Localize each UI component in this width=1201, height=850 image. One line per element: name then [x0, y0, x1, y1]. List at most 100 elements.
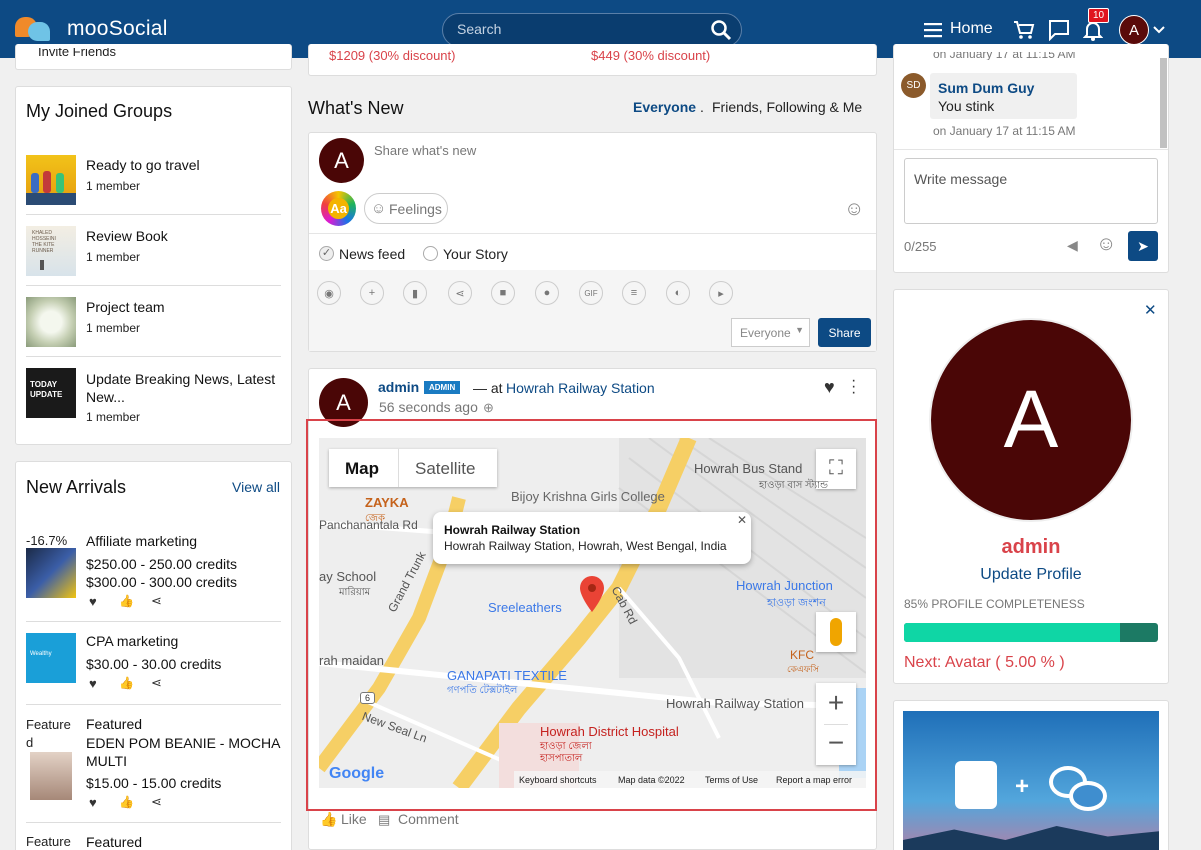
chat-sender[interactable]: Sum Dum Guy [938, 80, 1034, 96]
heart-icon[interactable]: ♥ [89, 594, 97, 609]
share-button[interactable]: Share [818, 318, 871, 347]
camera-icon[interactable]: ◉ [317, 281, 341, 305]
map-tab[interactable]: Map [345, 459, 379, 479]
info-address: Howrah Railway Station, Howrah, West Ben… [444, 539, 727, 553]
your-story-radio[interactable] [423, 246, 438, 261]
keyboard-shortcuts-link[interactable]: Keyboard shortcuts [519, 775, 597, 785]
filter-friends[interactable]: Friends, Following & Me [712, 99, 862, 115]
invite-friends-link[interactable]: Invite Friends [38, 48, 116, 62]
emoji-icon[interactable]: ☺ [844, 198, 864, 221]
filter-separator: . [700, 99, 704, 115]
report-error-link[interactable]: Report a map error [776, 775, 852, 785]
chevron-down-icon[interactable] [1153, 26, 1165, 34]
group-members: 1 member [86, 179, 141, 193]
update-profile-link[interactable]: Update Profile [893, 566, 1169, 584]
profile-name[interactable]: admin [893, 536, 1169, 559]
group-thumbnail[interactable] [26, 155, 76, 205]
post-location[interactable]: Howrah Railway Station [506, 380, 655, 396]
poll-icon[interactable]: ▮ [403, 281, 427, 305]
group-name[interactable]: Update Breaking News, Latest New... [86, 370, 281, 406]
share-link-icon[interactable]: ⋖ [448, 281, 472, 305]
user-avatar[interactable]: A [1119, 15, 1149, 45]
divider [824, 724, 848, 725]
chat-message: You stink [938, 98, 995, 114]
promo-image[interactable]: + [903, 711, 1159, 850]
product-price: $250.00 - 250.00 credits [86, 556, 237, 572]
featured-label: Featured [86, 716, 143, 732]
thumbs-up-icon: 👍 [320, 811, 338, 827]
plus-icon: + [1015, 773, 1030, 800]
share-icon[interactable]: ⋖ [151, 593, 162, 609]
satellite-tab[interactable]: Satellite [415, 459, 475, 479]
divider [26, 621, 281, 622]
product-name[interactable]: Affiliate marketing [86, 533, 197, 549]
heart-icon[interactable]: ♥ [89, 676, 97, 691]
comment-button[interactable]: Comment [398, 811, 459, 827]
terms-link[interactable]: Terms of Use [705, 775, 758, 785]
send-icon[interactable]: ➤ [1128, 231, 1158, 261]
text-style-button[interactable]: Aa [321, 191, 356, 226]
tag-friend-icon[interactable]: + [360, 281, 384, 305]
emoji-icon[interactable]: ☺ [1096, 233, 1116, 256]
divider [894, 149, 1168, 150]
map-info-window [433, 512, 751, 564]
zoom-in-icon[interactable]: + [816, 685, 856, 723]
group-thumbnail[interactable] [26, 297, 76, 347]
completeness-label: 85% PROFILE COMPLETENESS [904, 597, 1085, 611]
product-name[interactable]: CPA marketing [86, 633, 178, 649]
close-icon[interactable]: ✕ [737, 513, 747, 527]
group-name[interactable]: Project team [86, 299, 165, 315]
chat-icon[interactable] [1048, 19, 1070, 41]
live-video-icon[interactable]: ▸ [709, 281, 733, 305]
group-name[interactable]: Review Book [86, 228, 168, 244]
route-shield: 6 [360, 692, 376, 704]
heart-icon[interactable]: ♥ [89, 795, 97, 810]
group-thumbnail[interactable]: TODAY UPDATE [26, 368, 76, 418]
list-icon[interactable]: ≡ [622, 281, 646, 305]
map-pin-icon[interactable] [580, 576, 604, 612]
your-story-label: Your Story [443, 246, 508, 262]
group-thumbnail[interactable]: KHALED HOSSEINI THE KITE RUNNER [26, 226, 76, 276]
share-icon[interactable]: ⋖ [151, 675, 162, 691]
profile-avatar[interactable]: A [929, 318, 1133, 522]
char-count: 0/255 [904, 239, 937, 254]
thumbs-up-icon[interactable]: 👍 [119, 676, 134, 690]
filter-everyone[interactable]: Everyone [633, 99, 696, 115]
menu-icon[interactable] [924, 22, 942, 38]
group-name[interactable]: Ready to go travel [86, 157, 200, 173]
chat-scrollbar[interactable] [1160, 58, 1167, 148]
google-logo: Google [329, 765, 385, 782]
thumbs-up-icon[interactable]: 👍 [119, 594, 134, 608]
search-icon[interactable] [710, 19, 732, 41]
share-icon[interactable]: ⋖ [151, 794, 162, 810]
chat-time-top: on January 17 at 11:15 AM [933, 52, 1076, 60]
privacy-select[interactable]: Everyone ▼ [731, 318, 810, 347]
nav-home[interactable]: Home [950, 20, 993, 38]
product-name[interactable]: EDEN POM BEANIE - MOCHA MULTI [86, 734, 281, 770]
product-thumbnail[interactable] [26, 548, 76, 598]
close-icon[interactable]: ✕ [1144, 301, 1157, 319]
like-button[interactable]: Like [341, 811, 367, 827]
gif-icon[interactable]: GIF [579, 281, 603, 305]
location-icon[interactable]: ● [535, 281, 559, 305]
more-options-icon[interactable]: · · · [851, 373, 856, 401]
brand-name[interactable]: mooSocial [67, 17, 168, 41]
composer-input[interactable]: Share what's new [374, 143, 476, 158]
product-thumbnail[interactable] [30, 752, 72, 800]
thumbs-up-icon[interactable]: 👍 [119, 795, 134, 809]
zoom-out-icon[interactable]: − [816, 726, 856, 764]
cart-icon[interactable] [1013, 19, 1035, 41]
message-input[interactable] [904, 158, 1158, 224]
palette-icon[interactable]: ◐ [666, 281, 690, 305]
street-view-icon[interactable] [816, 612, 856, 652]
volume-icon[interactable]: ◀ [1067, 237, 1078, 254]
map-view[interactable]: Map Satellite ⛶ + − Howrah Railway Stati… [319, 438, 866, 788]
comment-icon: ▤ [378, 812, 391, 827]
view-all-link[interactable]: View all [232, 479, 280, 495]
post-author[interactable]: admin [378, 379, 419, 395]
video-icon[interactable]: ■ [491, 281, 515, 305]
product-thumbnail[interactable]: Wealthy [26, 633, 76, 683]
news-feed-radio[interactable]: ✓ [319, 246, 334, 261]
heart-icon[interactable]: ♥ [824, 377, 835, 398]
bell-icon[interactable] [1083, 20, 1103, 42]
